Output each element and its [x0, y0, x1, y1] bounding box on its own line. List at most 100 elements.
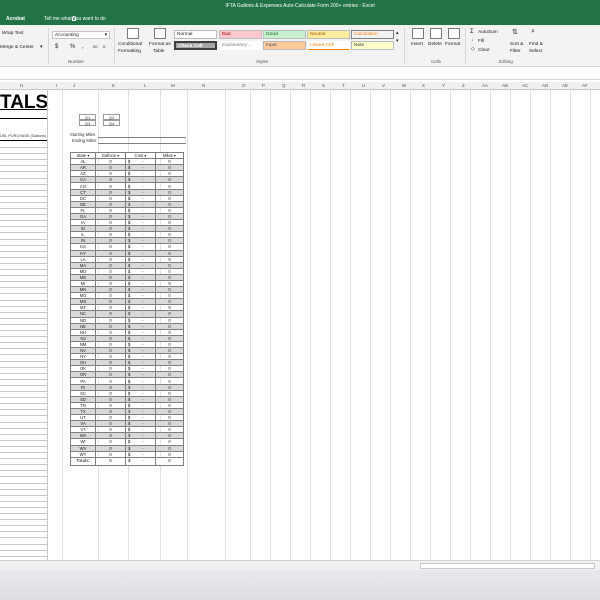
column-header[interactable]: K	[112, 83, 115, 88]
chevron-down-icon[interactable]: ▾	[40, 45, 42, 50]
currency-symbol: $	[128, 458, 131, 464]
sort-filter-label-1[interactable]: Sort &	[510, 42, 523, 47]
window-title: IFTA Gallons & Expenses Auto-Calculate F…	[225, 3, 375, 9]
cost-value: -	[141, 311, 144, 317]
find-select-label-2[interactable]: Select	[529, 49, 542, 54]
totals-label[interactable]: Totals:	[70, 456, 96, 466]
total-miles[interactable]: 0	[155, 456, 184, 466]
sort-filter-label-2[interactable]: Filter	[510, 49, 521, 54]
find-select-label-1[interactable]: Find &	[529, 42, 543, 47]
wrap-text-button[interactable]: Wrap Text	[2, 31, 23, 36]
total-cost[interactable]: $ -	[125, 456, 156, 466]
scroll-thumb[interactable]	[420, 563, 595, 569]
column-header[interactable]: M	[171, 83, 175, 88]
delete-button[interactable]: Delete	[428, 42, 442, 47]
currency-symbol: $	[128, 445, 131, 451]
column-header[interactable]: AF	[582, 83, 588, 88]
style-note[interactable]: Note	[351, 41, 394, 50]
format-icon[interactable]	[448, 28, 460, 39]
format-as-table-icon[interactable]	[154, 28, 166, 39]
column-header[interactable]: AE	[562, 83, 568, 88]
column-header[interactable]: N	[202, 83, 205, 88]
style-normal[interactable]: Normal	[174, 30, 217, 39]
cost-value: -	[141, 348, 144, 354]
tab-acrobat[interactable]: Acrobat	[6, 13, 25, 25]
quarter-q4[interactable]: Q4	[103, 120, 120, 126]
clear-button[interactable]: Clear	[478, 48, 489, 53]
insert-icon[interactable]	[412, 28, 424, 39]
percent-button[interactable]: %	[70, 44, 75, 50]
column-header[interactable]: S	[322, 83, 325, 88]
column-header[interactable]: J	[73, 83, 75, 88]
autosum-button[interactable]: AutoSum	[478, 30, 498, 35]
insert-button[interactable]: Insert	[411, 42, 423, 47]
starting-miles-input[interactable]	[98, 137, 186, 138]
formatting-label[interactable]: Formatting	[118, 49, 141, 54]
currency-symbol: $	[128, 366, 131, 372]
format-button[interactable]: Format	[445, 42, 460, 47]
column-header[interactable]: Z	[462, 83, 465, 88]
style-bad[interactable]: Bad	[219, 30, 262, 39]
style-good[interactable]: Good	[263, 30, 306, 39]
column-header[interactable]: AB	[502, 83, 508, 88]
styles-scroll-down[interactable]: ▾	[396, 39, 398, 44]
column-header[interactable]: V	[382, 83, 385, 88]
column-header[interactable]: I	[56, 83, 57, 88]
column-header[interactable]: T	[342, 83, 345, 88]
table-label[interactable]: Table	[153, 49, 164, 54]
worksheet[interactable]: TALS UEL PURCHASE (Gallons) Q1 Q2 Q3 Q4 …	[0, 90, 600, 560]
row-line	[0, 464, 47, 466]
cost-value: -	[141, 220, 144, 226]
row-line	[0, 330, 47, 331]
style-neutral[interactable]: Neutral	[307, 30, 350, 39]
column-header[interactable]: X	[422, 83, 425, 88]
quarter-q3[interactable]: Q3	[79, 120, 96, 126]
row-line	[0, 531, 47, 533]
row-line	[0, 250, 47, 252]
sort-filter-icon[interactable]: ⇅	[512, 28, 518, 36]
column-header[interactable]: AD	[542, 83, 548, 88]
styles-scroll-up[interactable]: ▴	[396, 31, 398, 36]
search-icon[interactable]: ⌕	[531, 28, 535, 36]
row-line	[0, 189, 47, 191]
number-format-select[interactable]: Accounting ▾	[52, 31, 110, 39]
column-header[interactable]: O	[242, 83, 246, 88]
column-header[interactable]: R	[302, 83, 305, 88]
style-calculation[interactable]: Calculation	[351, 30, 394, 39]
currency-symbol: $	[128, 329, 131, 335]
column-header[interactable]: P	[262, 83, 265, 88]
column-header[interactable]: AA	[482, 83, 488, 88]
conditional-formatting-icon[interactable]	[127, 28, 139, 39]
column-header[interactable]: Q	[282, 83, 286, 88]
fill-button[interactable]: Fill	[478, 39, 484, 44]
gridline	[250, 90, 251, 560]
style-linked-cell[interactable]: Linked Cell	[307, 41, 350, 50]
comma-button[interactable]: ,	[82, 44, 84, 50]
column-header[interactable]: H	[20, 83, 23, 88]
conditional-label[interactable]: Conditional	[118, 42, 142, 47]
row-line	[0, 208, 47, 209]
style-explanatory[interactable]: Explanatory ...	[219, 41, 262, 50]
total-gallons[interactable]: 0	[95, 456, 126, 466]
column-header[interactable]: AC	[522, 83, 528, 88]
currency-symbol: $	[128, 299, 131, 305]
formula-bar[interactable]	[0, 67, 600, 80]
decrease-decimal-button[interactable]: .0	[102, 44, 105, 49]
row-line	[0, 244, 47, 246]
delete-icon[interactable]	[430, 28, 442, 39]
column-header[interactable]: W	[402, 83, 406, 88]
column-header[interactable]: U	[362, 83, 365, 88]
horizontal-scrollbar[interactable]	[0, 560, 600, 570]
style-input[interactable]: Input	[263, 41, 306, 50]
gridline	[450, 90, 451, 560]
style-check-cell[interactable]: Check Cell	[174, 41, 217, 50]
merge-center-button[interactable]: Merge & Center	[0, 45, 34, 50]
increase-decimal-button[interactable]: .00	[92, 44, 98, 49]
tell-me-box[interactable]: Tell me what you want to do	[36, 13, 106, 25]
currency-button[interactable]: $	[55, 44, 58, 50]
column-header[interactable]: Y	[442, 83, 445, 88]
column-header[interactable]: L	[144, 83, 147, 88]
cost-value: -	[141, 268, 144, 274]
ending-miles-input[interactable]	[98, 143, 186, 144]
format-as-label[interactable]: Format as	[149, 42, 171, 47]
